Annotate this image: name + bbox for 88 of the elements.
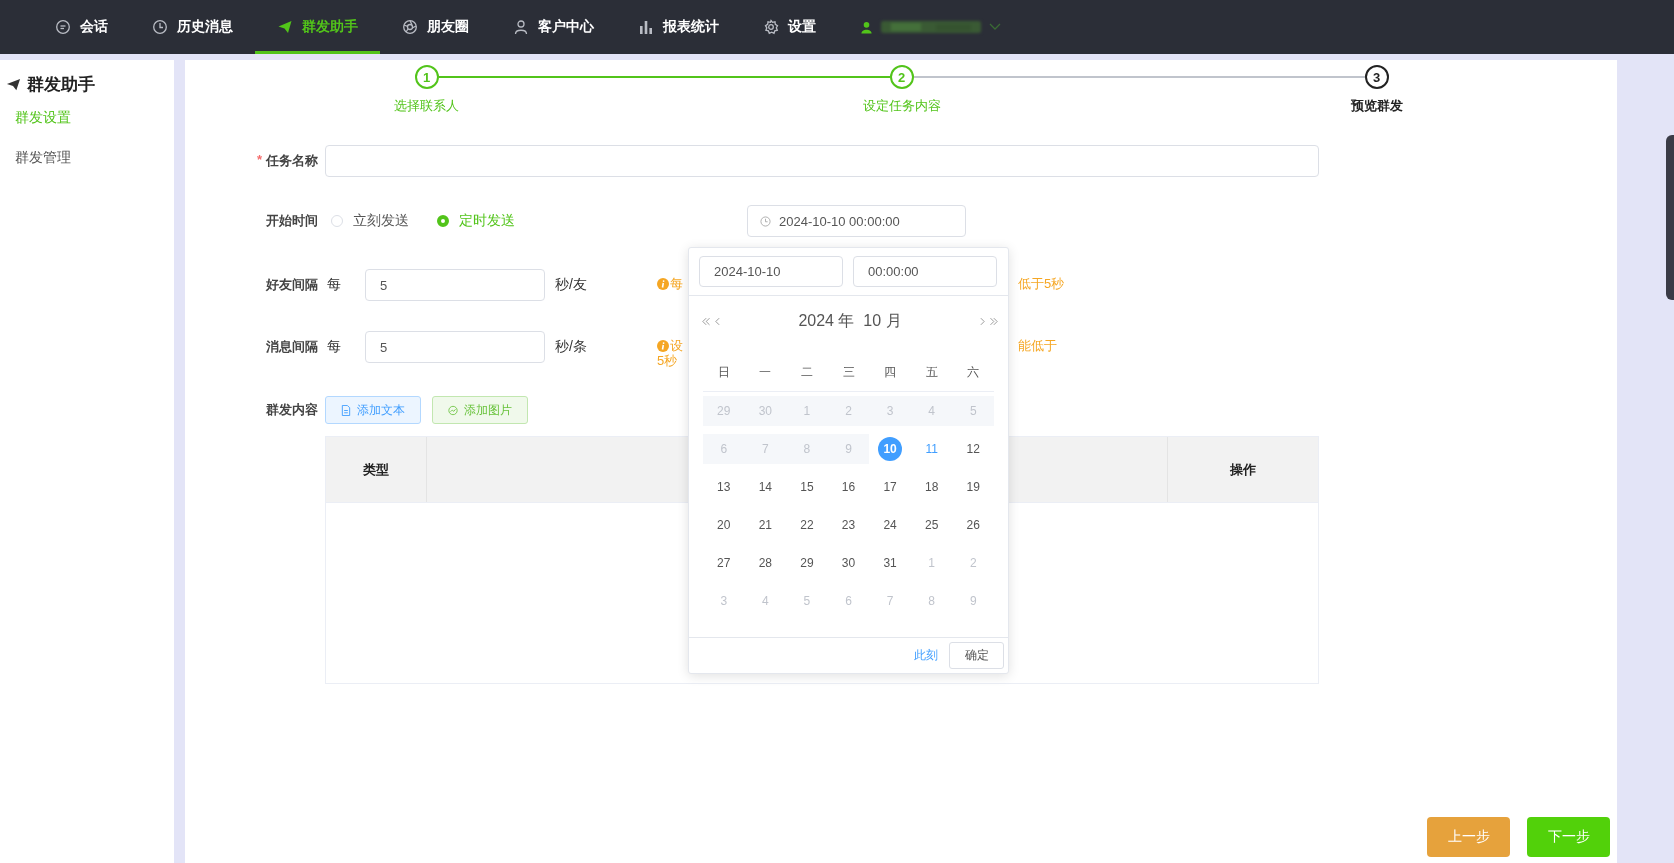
calendar-day[interactable]: 26 xyxy=(961,513,986,537)
nav-tab[interactable]: 设置 xyxy=(741,0,838,54)
weekday-header: 日 xyxy=(716,364,731,381)
paper-plane-icon xyxy=(277,19,293,35)
step-label: 预览群发 xyxy=(1350,97,1403,115)
calendar-day[interactable]: 21 xyxy=(753,513,778,537)
weekday-header: 五 xyxy=(924,364,939,381)
bar-chart-icon xyxy=(638,19,654,35)
nav-tab[interactable]: 群发助手 xyxy=(255,0,380,54)
unit-text: 秒/友 xyxy=(555,276,588,294)
nav-tab[interactable]: 会话 xyxy=(33,0,130,54)
prefix-text: 每 xyxy=(326,276,342,294)
document-icon xyxy=(341,404,351,416)
calendar-day[interactable]: 27 xyxy=(711,551,736,575)
next-month-icon[interactable] xyxy=(980,316,985,326)
sidebar-item[interactable]: 群发管理 xyxy=(0,138,86,178)
previous-month-icon[interactable] xyxy=(715,316,720,326)
calendar-day[interactable]: 14 xyxy=(753,475,778,499)
aperture-icon xyxy=(402,19,418,35)
chevron-down-icon[interactable] xyxy=(989,23,1001,31)
unit-text: 秒/条 xyxy=(555,338,588,356)
previous-year-icon[interactable] xyxy=(702,316,712,326)
step-label: 选择联系人 xyxy=(394,97,459,115)
weekday-header: 三 xyxy=(841,364,856,381)
datetime-field[interactable]: 2024-10-10 00:00:00 xyxy=(747,205,966,237)
user-icon xyxy=(860,20,873,34)
task-name-field[interactable] xyxy=(325,145,1319,177)
sidebar-title: 群发助手 xyxy=(27,73,95,96)
column-header: 类型 xyxy=(363,460,389,479)
calendar-day[interactable]: 30 xyxy=(836,551,861,575)
clock-icon xyxy=(152,19,168,35)
paper-plane-icon xyxy=(6,76,21,92)
required-asterisk: * xyxy=(256,152,262,169)
info-icon xyxy=(657,278,669,290)
calendar-day[interactable]: 29 xyxy=(794,551,819,575)
calendar-day[interactable]: 17 xyxy=(878,475,903,499)
step-number: 3 xyxy=(1364,65,1389,89)
field-label: 任务名称 xyxy=(266,152,318,170)
step-number: 1 xyxy=(414,65,439,89)
calendar-day[interactable]: 16 xyxy=(836,475,861,499)
person-icon xyxy=(513,19,529,35)
settings-icon xyxy=(763,19,779,35)
column-header: 操作 xyxy=(1230,460,1256,479)
calendar-day[interactable]: 13 xyxy=(711,475,736,499)
radio-option[interactable]: 立刻发送 xyxy=(331,212,409,230)
hint-text: 能低于 xyxy=(1018,338,1057,353)
hint-text: 低于5秒 xyxy=(1018,276,1065,291)
weekday-header: 一 xyxy=(758,364,773,381)
weekday-header: 六 xyxy=(966,364,981,381)
calendar-day[interactable]: 20 xyxy=(711,513,736,537)
field-label: 消息间隔 xyxy=(266,338,318,356)
calendar-day[interactable]: 24 xyxy=(878,513,903,537)
calendar-day[interactable]: 25 xyxy=(919,513,944,537)
nav-tab[interactable]: 客户中心 xyxy=(491,0,616,54)
calendar-day[interactable]: 23 xyxy=(836,513,861,537)
image-icon xyxy=(448,404,458,416)
nav-tab[interactable]: 朋友圈 xyxy=(380,0,491,54)
hint-text: 设 xyxy=(670,338,683,353)
step-label: 设定任务内容 xyxy=(862,97,941,115)
prefix-text: 每 xyxy=(326,338,342,356)
month-title: 2024 年 10 月 xyxy=(798,310,902,331)
weekday-header: 四 xyxy=(883,364,898,381)
clock-icon xyxy=(760,215,771,227)
confirm-button[interactable]: 确定 xyxy=(949,642,1004,669)
nav-tab[interactable]: 历史消息 xyxy=(130,0,255,54)
nav-tab[interactable]: 报表统计 xyxy=(616,0,741,54)
hint-text: 5秒 xyxy=(657,353,679,368)
info-icon xyxy=(657,340,669,352)
next-year-icon[interactable] xyxy=(988,316,998,326)
hint-text: 每 xyxy=(670,276,683,291)
calendar-day[interactable]: 12 xyxy=(961,437,986,461)
field-label: 好友间隔 xyxy=(266,276,318,294)
calendar-day[interactable]: 15 xyxy=(794,475,819,499)
calendar-day[interactable]: 18 xyxy=(919,475,944,499)
chat-icon xyxy=(55,19,71,35)
step-number: 2 xyxy=(889,65,914,89)
calendar-day[interactable]: 28 xyxy=(753,551,778,575)
calendar-day[interactable]: 22 xyxy=(794,513,819,537)
weekday-header: 二 xyxy=(799,364,814,381)
calendar-day[interactable]: 19 xyxy=(961,475,986,499)
date-field[interactable]: 2024-10-10 xyxy=(699,256,843,287)
interval-field[interactable]: 5 xyxy=(365,269,545,301)
calendar-day[interactable]: 31 xyxy=(878,551,903,575)
field-label: 群发内容 xyxy=(266,401,318,419)
time-field[interactable]: 00:00:00 xyxy=(853,256,997,287)
field-label: 开始时间 xyxy=(266,212,318,230)
interval-field[interactable]: 5 xyxy=(365,331,545,363)
radio-button[interactable] xyxy=(437,215,449,227)
